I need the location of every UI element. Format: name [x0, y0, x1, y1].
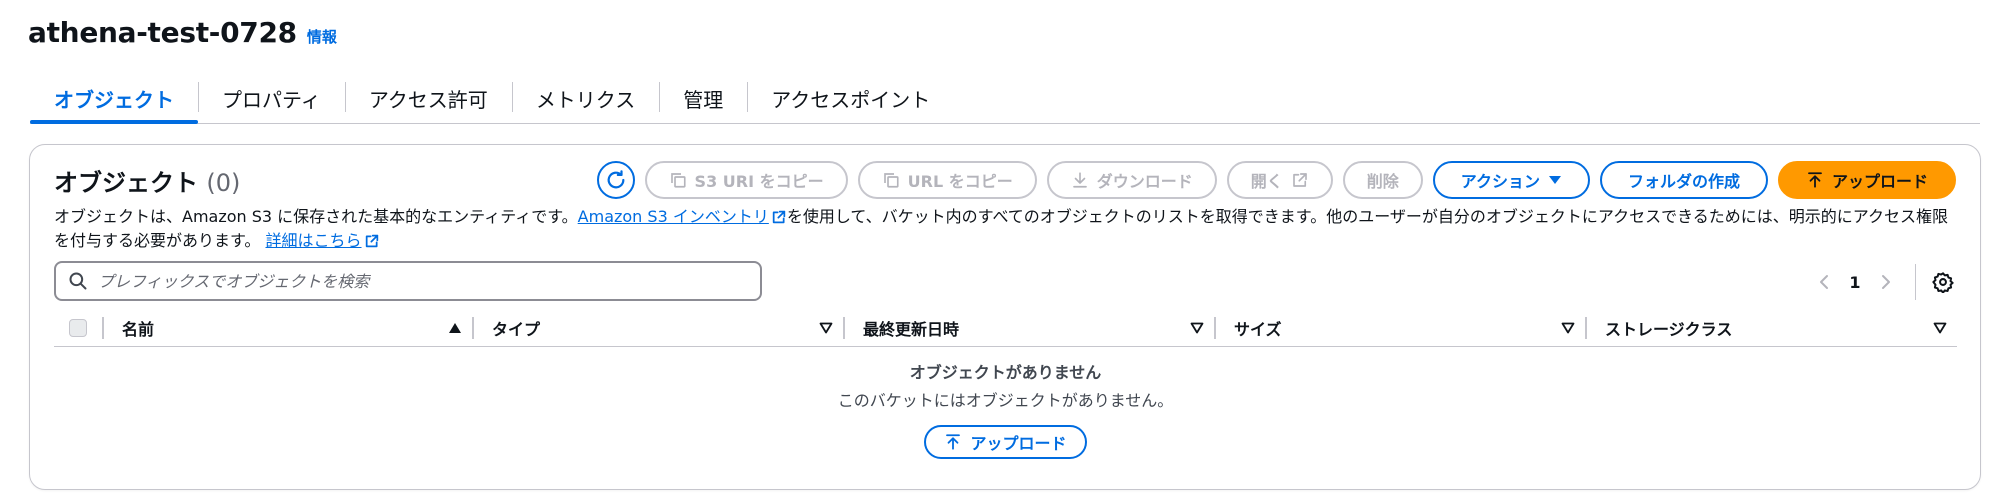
chevron-left-icon	[1820, 275, 1828, 289]
actions-label: アクション	[1460, 172, 1540, 191]
tab-permissions[interactable]: アクセス許可	[344, 76, 512, 123]
download-icon	[1072, 172, 1087, 188]
pager-divider	[1915, 264, 1916, 300]
external-link-icon	[365, 234, 378, 248]
objects-table-header: 名前 タイプ 最終更新日時 サイズ ストレージクラス	[54, 309, 1957, 347]
panel-title: オブジェクト (0)	[54, 163, 240, 198]
delete-button[interactable]: 削除	[1342, 161, 1423, 199]
pagination: 1	[1807, 263, 1960, 301]
column-header-storage-class-label: ストレージクラス	[1605, 319, 1733, 339]
empty-upload-label: アップロード	[970, 434, 1067, 453]
sort-icon	[1190, 322, 1204, 333]
copy-s3-uri-button[interactable]: S3 URI をコピー	[644, 161, 848, 199]
search-input[interactable]	[98, 271, 760, 291]
learn-more-label: 詳細はこちら	[265, 231, 362, 250]
current-page[interactable]: 1	[1841, 273, 1869, 292]
empty-state-title: オブジェクトがありません	[909, 363, 1102, 382]
search-icon	[69, 272, 87, 290]
select-all-checkbox[interactable]	[69, 318, 87, 337]
inventory-link[interactable]: Amazon S3 インベントリ	[578, 207, 769, 226]
table-settings-button[interactable]	[1926, 265, 1960, 299]
object-search	[54, 261, 762, 301]
column-header-last-modified-label: 最終更新日時	[863, 319, 960, 339]
page-header: athena-test-0728 情報	[28, 16, 337, 49]
next-page-button[interactable]	[1869, 265, 1903, 299]
upload-icon	[1808, 172, 1822, 188]
external-link-icon	[1292, 173, 1307, 187]
external-link-icon	[772, 210, 786, 224]
open-button[interactable]: 開く	[1226, 161, 1333, 199]
create-folder-label: フォルダの作成	[1627, 172, 1740, 191]
refresh-button[interactable]	[596, 161, 635, 199]
gear-icon	[1932, 272, 1954, 293]
inventory-link-label: Amazon S3 インベントリ	[577, 207, 769, 226]
empty-state-actions: アップロード	[54, 425, 1957, 459]
sort-icon	[1561, 322, 1575, 333]
download-button[interactable]: ダウンロード	[1046, 161, 1217, 199]
delete-label: 削除	[1366, 172, 1399, 191]
tab-access-points[interactable]: アクセスポイント	[747, 76, 954, 123]
copy-url-button[interactable]: URL をコピー	[857, 161, 1037, 199]
open-label: 開く	[1250, 172, 1283, 191]
select-all-cell	[54, 309, 102, 346]
upload-button[interactable]: アップロード	[1777, 161, 1956, 199]
create-folder-button[interactable]: フォルダの作成	[1599, 161, 1768, 199]
learn-more-link[interactable]: 詳細はこちら	[266, 231, 362, 250]
column-header-size[interactable]: サイズ	[1214, 309, 1585, 346]
tab-management[interactable]: 管理	[659, 76, 747, 123]
column-header-type-label: タイプ	[492, 319, 541, 339]
object-count: (0)	[206, 169, 241, 197]
tab-properties[interactable]: プロパティ	[198, 76, 345, 123]
actions-dropdown[interactable]: アクション	[1432, 161, 1590, 199]
column-header-storage-class[interactable]: ストレージクラス	[1585, 309, 1957, 346]
column-header-name-label: 名前	[122, 319, 155, 339]
page-title: athena-test-0728	[28, 16, 297, 49]
description-text-1: オブジェクトは、Amazon S3 に保存された基本的なエンティティです。	[54, 207, 578, 226]
tab-bar: オブジェクト プロパティ アクセス許可 メトリクス 管理 アクセスポイント	[30, 76, 1980, 124]
copy-icon	[670, 173, 686, 188]
download-label: ダウンロード	[1096, 172, 1193, 191]
tab-metrics[interactable]: メトリクス	[511, 76, 659, 123]
column-header-last-modified[interactable]: 最終更新日時	[843, 309, 1214, 346]
column-header-type[interactable]: タイプ	[472, 309, 843, 346]
column-header-name[interactable]: 名前	[102, 309, 472, 346]
refresh-icon	[607, 170, 624, 189]
empty-state-subtitle: このバケットにはオブジェクトがありません。	[837, 391, 1174, 410]
tab-objects[interactable]: オブジェクト	[30, 76, 198, 124]
chevron-right-icon	[1882, 275, 1890, 289]
panel-title-text: オブジェクト	[54, 169, 198, 197]
upload-icon	[946, 434, 961, 450]
info-link[interactable]: 情報	[307, 26, 337, 47]
panel-description: オブジェクトは、Amazon S3 に保存された基本的なエンティティです。Ama…	[54, 205, 1954, 253]
empty-upload-button[interactable]: アップロード	[924, 425, 1087, 459]
caret-down-icon	[1548, 176, 1561, 184]
copy-s3-uri-label: S3 URI をコピー	[694, 172, 824, 191]
objects-panel: オブジェクト (0) S3 URI をコピー URL をコピー ダウンロード 開…	[29, 144, 1981, 490]
objects-toolbar: S3 URI をコピー URL をコピー ダウンロード 開く 削除 アクション …	[596, 161, 1956, 199]
sort-ascending-icon	[449, 322, 461, 333]
sort-icon	[819, 322, 833, 333]
column-header-size-label: サイズ	[1234, 319, 1282, 339]
upload-label: アップロード	[1831, 172, 1928, 191]
previous-page-button[interactable]	[1807, 265, 1841, 299]
copy-icon	[883, 173, 899, 188]
sort-icon	[1933, 322, 1947, 333]
empty-state: オブジェクトがありません このバケットにはオブジェクトがありません。 アップロー…	[54, 361, 1957, 459]
copy-url-label: URL をコピー	[907, 172, 1013, 191]
